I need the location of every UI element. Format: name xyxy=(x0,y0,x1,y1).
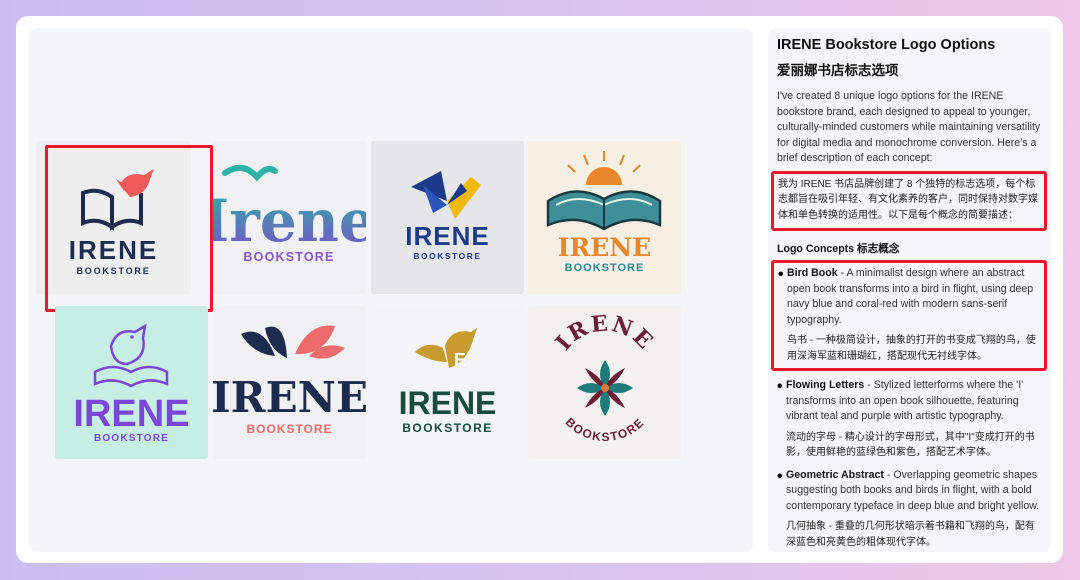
concept-highlight: • Bird Book - A minimalist design where … xyxy=(771,260,1047,371)
logo-sub-text: BOOKSTORE xyxy=(565,262,645,274)
concept-zh: 几何抽象 - 重叠的几何形状暗示着书籍和飞翔的鸟，配有深蓝色和亮黄色的粗体现代字… xyxy=(786,521,1035,548)
logo-tile-geometric-abstract[interactable]: IRENE BOOKSTORE xyxy=(371,141,524,294)
leaf-letters-logo: IRENE BOOKSTORE xyxy=(213,325,366,436)
panel-title: IRENE Bookstore Logo Options xyxy=(777,37,996,53)
app-window: IRENE BOOKSTORE Irene BOOKSTORE IRENE BO… xyxy=(16,16,1063,563)
logo-name-text: IRENE xyxy=(73,393,189,435)
svg-text:IRENE: IRENE xyxy=(551,310,659,355)
logo-name-text: Irene xyxy=(213,187,366,255)
logo-tile-mandala[interactable]: IRENE BOOKSTORE xyxy=(528,306,681,459)
geometric-abstract-logo: IRENE BOOKSTORE xyxy=(405,171,489,261)
list-item: • Flowing Letters - Stylized letterforms… xyxy=(777,378,1041,461)
svg-text:E: E xyxy=(454,350,466,370)
logo-sub-text: BOOKSTORE xyxy=(413,251,481,261)
intro-text-zh: 我为 IRENE 书店品牌创建了 8 个独特的标志选项，每个标志都旨在吸引年轻、… xyxy=(778,178,1038,221)
list-item: • Geometric Abstract - Overlapping geome… xyxy=(777,468,1041,551)
logo-gallery: IRENE BOOKSTORE Irene BOOKSTORE IRENE BO… xyxy=(29,28,753,552)
logo-tile-golden-bird-e[interactable]: E IRENE BOOKSTORE xyxy=(371,306,524,459)
sunrise-book-logo: IRENE BOOKSTORE xyxy=(546,151,662,274)
golden-bird-e-logo: E IRENE BOOKSTORE xyxy=(399,328,497,435)
panel-title-zh: 爱丽娜书店标志选项 xyxy=(777,63,899,78)
logo-tile-purple-bird[interactable]: IRENE BOOKSTORE xyxy=(55,306,208,459)
concept-zh: 鸟书 - 一种极简设计，抽象的打开的书变成飞翔的鸟，使用深海军蓝和珊瑚红，搭配现… xyxy=(787,335,1036,362)
concept-name: Bird Book xyxy=(787,267,838,279)
logo-sub-text: BOOKSTORE xyxy=(94,433,169,444)
intro-text: I've created 8 unique logo options for t… xyxy=(777,90,1041,164)
logo-name-text: IRENE xyxy=(405,221,489,251)
logo-name-text: IRENE xyxy=(213,373,366,422)
concepts-heading: Logo Concepts 标志概念 xyxy=(777,243,900,255)
logo-name-text: IRENE xyxy=(399,385,497,421)
flowing-letters-logo: Irene BOOKSTORE xyxy=(213,164,366,264)
concept-name: Geometric Abstract xyxy=(786,468,884,481)
purple-bird-logo: IRENE BOOKSTORE xyxy=(73,323,190,444)
logo-sub-text: BOOKSTORE xyxy=(246,422,332,436)
svg-text:BOOKSTORE: BOOKSTORE xyxy=(563,415,648,444)
intro-zh-highlight: 我为 IRENE 书店品牌创建了 8 个独特的标志选项，每个标志都旨在吸引年轻、… xyxy=(771,170,1047,231)
concept-name: Flowing Letters xyxy=(786,379,865,391)
mandala-logo: IRENE BOOKSTORE xyxy=(551,310,659,444)
concept-zh: 流动的字母 - 精心设计的字母形式，其中"I"变成打开的书影，使用鲜艳的蓝绿色和… xyxy=(786,431,1035,459)
selection-highlight xyxy=(45,145,213,312)
logo-tile-sunrise-book[interactable]: IRENE BOOKSTORE xyxy=(528,141,681,294)
list-item: • Bird Book - A minimalist design where … xyxy=(778,266,1040,364)
logo-tile-flowing-letters[interactable]: Irene BOOKSTORE xyxy=(213,141,366,294)
logo-tile-leaf-letters[interactable]: IRENE BOOKSTORE xyxy=(213,306,366,459)
logo-name-text: IRENE xyxy=(558,233,651,262)
description-panel: IRENE Bookstore Logo Options 爱丽娜书店标志选项 I… xyxy=(768,28,1051,552)
logo-name-text: IRENE xyxy=(551,310,657,355)
logo-sub-text: BOOKSTORE xyxy=(402,421,493,435)
logo-sub-text: BOOKSTORE xyxy=(243,250,334,264)
logo-sub-text: BOOKSTORE xyxy=(563,415,646,444)
